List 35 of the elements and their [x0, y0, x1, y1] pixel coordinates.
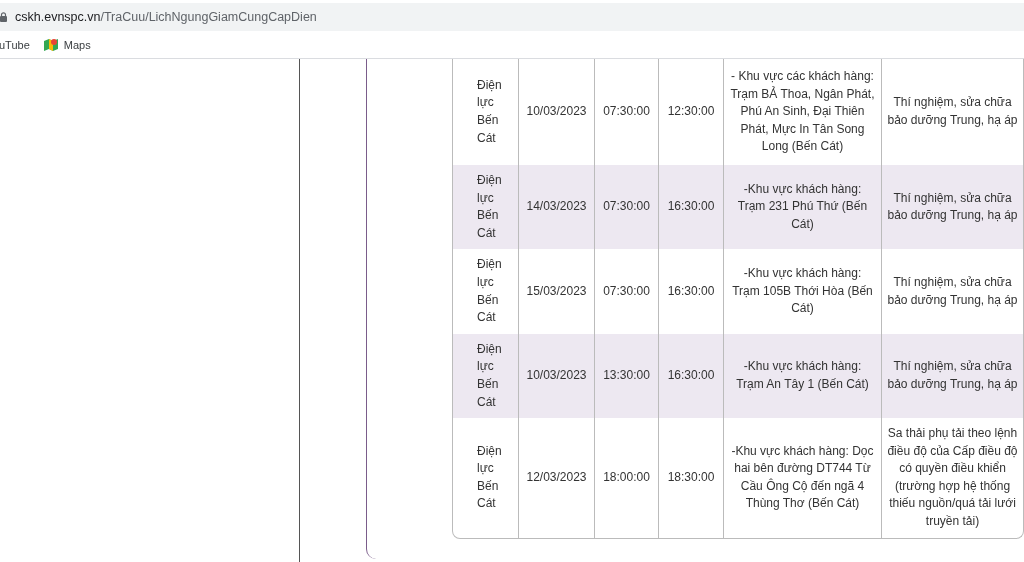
table-cell: Thí nghiệm, sửa chữa bảo dưỡng Trung, hạ áp — [881, 59, 1023, 165]
table-cell: 18:00:00 — [594, 418, 658, 538]
table-cell: 16:30:00 — [658, 333, 723, 419]
table-cell: 13:30:00 — [594, 333, 658, 419]
table-cell: 18:30:00 — [658, 418, 723, 538]
table-cell: Điện lực Bến Cát — [453, 333, 518, 419]
table-cell: 07:30:00 — [594, 59, 658, 165]
table-cell: -Khu vực khách hàng: Trạm An Tây 1 (Bến Cát) — [723, 333, 881, 419]
table-cell-text: Điện lực Bến Cát — [476, 256, 503, 327]
table-cell: 12:30:00 — [658, 59, 723, 165]
table-cell: 14/03/2023 — [518, 164, 594, 250]
bookmark[interactable]: uTube — [0, 38, 30, 51]
table-cell: -Khu vực khách hàng: Dọc hai bên đường DT744 Từ Cầu Ông Cộ đến ngã 4 Thùng Thơ (Bến Cát) — [723, 418, 881, 538]
table-cell: 16:30:00 — [658, 164, 723, 250]
table-cell: 16:30:00 — [658, 249, 723, 334]
bookmark[interactable]: Maps — [63, 38, 91, 51]
map-pin-icon[interactable] — [43, 37, 58, 52]
table-cell: 10/03/2023 — [518, 333, 594, 419]
url-text[interactable]: cskh.evnspc.vn/TraCuu/LichNgungGiamCungCapDien — [15, 10, 317, 24]
table-cell-text: Điện lực Bến Cát — [476, 442, 503, 513]
table-cell: -Khu vực khách hàng: Trạm 105B Thới Hòa (Bến Cát) — [723, 249, 881, 334]
table-cell: 07:30:00 — [594, 164, 658, 250]
table-cell: Thí nghiệm, sửa chữa bảo dưỡng Trung, hạ áp — [881, 164, 1023, 250]
table-cell: Thí nghiệm, sửa chữa bảo dưỡng Trung, hạ áp — [881, 249, 1023, 334]
lock-icon — [0, 12, 7, 22]
table-cell: 07:30:00 — [594, 249, 658, 334]
table-cell: 15/03/2023 — [518, 249, 594, 334]
table-cell: - Khu vực các khách hàng: Trạm BẢ Thoa, Ngân Phát, Phú An Sinh, Đại Thiên Phát, Mực In Tân Song Long (Bến Cát) — [723, 59, 881, 165]
table-cell: -Khu vực khách hàng: Trạm 231 Phú Thứ (Bến Cát) — [723, 164, 881, 250]
table-cell: Sa thải phụ tải theo lệnh điều độ của Cấp điều độ có quyền điều khiển (trường hợp hệ thống thiếu nguồn/quá tải lưới truyền tải) — [881, 418, 1023, 538]
table-cell: Thí nghiệm, sửa chữa bảo dưỡng Trung, hạ áp — [881, 333, 1023, 419]
table-cell: 10/03/2023 — [518, 59, 594, 165]
table-cell-text: Điện lực Bến Cát — [476, 76, 503, 147]
table-cell: 12/03/2023 — [518, 418, 594, 538]
table-cell: Điện lực Bến Cát — [453, 164, 518, 250]
